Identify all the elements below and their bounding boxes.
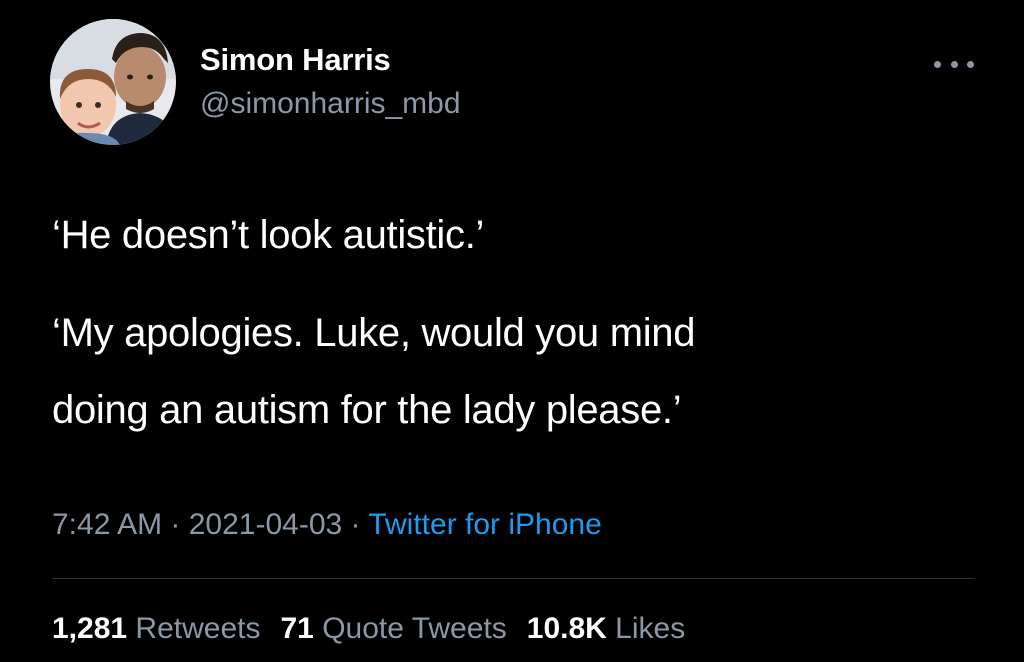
- tweet-metadata: 7:42 AM · 2021-04-03 · Twitter for iPhon…: [52, 505, 602, 545]
- tweet-card: Simon Harris @simonharris_mbd ‘He doesn’…: [0, 0, 1024, 662]
- tweet-date[interactable]: 2021-04-03: [189, 508, 342, 541]
- retweets-stat[interactable]: 1,281 Retweets: [52, 612, 260, 645]
- author-handle[interactable]: @simonharris_mbd: [200, 84, 461, 124]
- more-horizontal-icon: [967, 60, 974, 68]
- meta-separator: ·: [342, 508, 369, 541]
- quote-tweets-count: 71: [280, 612, 314, 645]
- tweet-stats: 1,281 Retweets 71 Quote Tweets 10.8K Likes: [52, 609, 685, 649]
- quote-tweets-label: Quote Tweets: [322, 612, 507, 645]
- retweets-label: Retweets: [135, 612, 261, 645]
- author-name[interactable]: Simon Harris: [200, 40, 391, 80]
- tweet-text-line: ‘He doesn’t look autistic.’: [52, 213, 485, 257]
- tweet-text-line: doing an autism for the lady please.’: [52, 388, 682, 432]
- likes-count: 10.8K: [526, 612, 607, 645]
- more-horizontal-icon: [934, 60, 941, 68]
- tweet-source-link[interactable]: Twitter for iPhone: [368, 508, 601, 541]
- tweet-time[interactable]: 7:42 AM: [52, 508, 162, 541]
- more-options-button[interactable]: [934, 54, 974, 74]
- retweets-count: 1,281: [52, 612, 128, 645]
- meta-separator: ·: [162, 508, 189, 541]
- divider: [52, 578, 974, 579]
- quote-tweets-stat[interactable]: 71 Quote Tweets: [280, 612, 506, 645]
- likes-stat[interactable]: 10.8K Likes: [527, 612, 685, 645]
- more-horizontal-icon: [950, 60, 958, 68]
- likes-label: Likes: [615, 612, 686, 645]
- author-avatar[interactable]: [50, 19, 176, 145]
- tweet-text-line: ‘My apologies. Luke, would you mind: [52, 311, 696, 355]
- avatar-photo-icon: [50, 19, 176, 145]
